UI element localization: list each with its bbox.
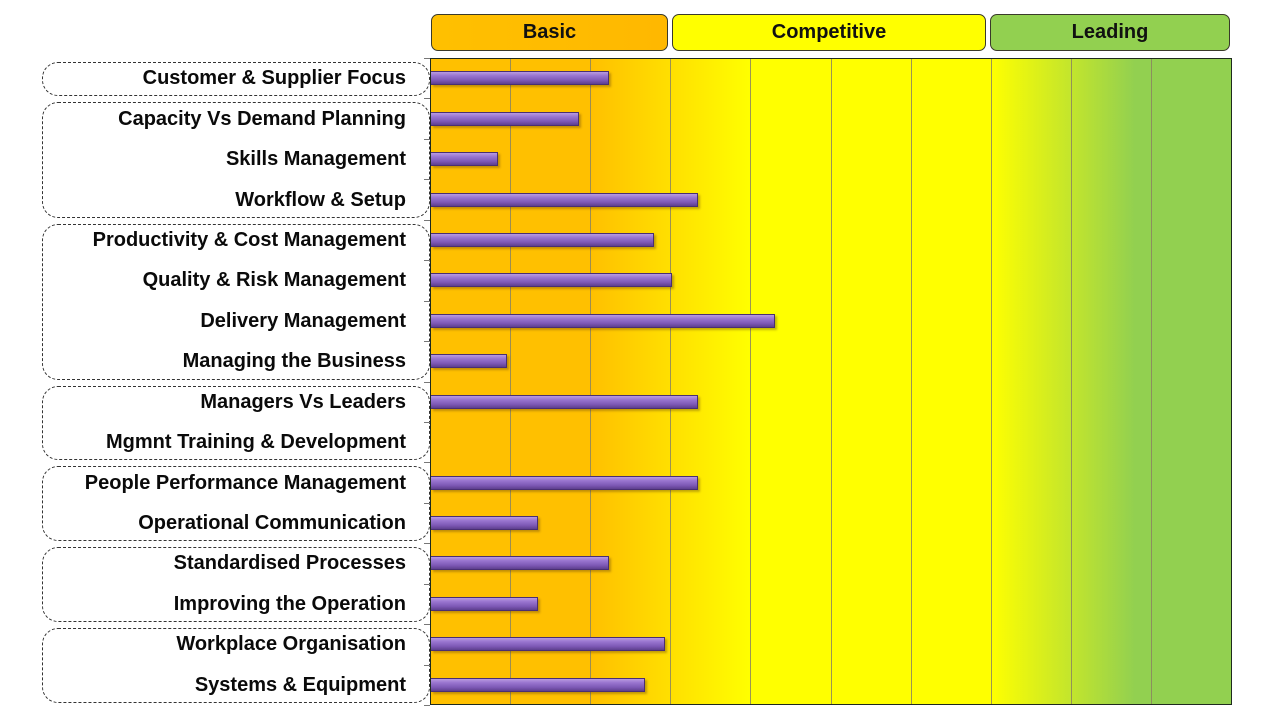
- category-label: Managing the Business: [182, 350, 406, 373]
- category-label: People Performance Management: [84, 471, 406, 494]
- y-axis-tick: [424, 705, 430, 706]
- category-label: Workflow & Setup: [235, 188, 406, 211]
- bar: [431, 516, 538, 531]
- bar: [431, 354, 508, 369]
- x-gridline: [910, 59, 912, 704]
- category-label: Systems & Equipment: [194, 673, 406, 696]
- bar: [431, 71, 610, 86]
- category-label: Standardised Processes: [173, 552, 406, 575]
- bar: [431, 394, 699, 409]
- category-label: Workplace Organisation: [176, 633, 406, 656]
- bar: [431, 677, 646, 692]
- bar: [431, 596, 538, 611]
- bar: [431, 152, 498, 167]
- bar: [431, 313, 776, 328]
- bar: [431, 192, 699, 207]
- category-label: Skills Management: [225, 148, 406, 171]
- category-label: Managers Vs Leaders: [200, 390, 406, 413]
- category-label: Productivity & Cost Management: [92, 228, 406, 251]
- x-gridline: [990, 59, 992, 704]
- band-header-leading: Leading: [990, 14, 1230, 51]
- x-gridline: [589, 59, 591, 704]
- category-label: Capacity Vs Demand Planning: [118, 107, 406, 130]
- plot-area: [430, 58, 1232, 705]
- bar: [431, 637, 666, 652]
- band-header-basic: Basic: [431, 14, 668, 51]
- bar: [431, 475, 699, 490]
- category-label: Mgmnt Training & Development: [105, 431, 406, 454]
- bar: [431, 111, 580, 126]
- category-label: Quality & Risk Management: [142, 269, 406, 292]
- x-gridline: [670, 59, 672, 704]
- x-gridline: [1071, 59, 1073, 704]
- category-label: Customer & Supplier Focus: [142, 67, 406, 90]
- category-label: Operational Communication: [138, 512, 406, 535]
- x-gridline: [1151, 59, 1153, 704]
- x-gridline: [750, 59, 752, 704]
- bar: [431, 556, 610, 571]
- bar: [431, 273, 672, 288]
- bar: [431, 232, 654, 247]
- category-label: Delivery Management: [200, 309, 406, 332]
- category-label: Improving the Operation: [173, 592, 406, 615]
- x-gridline: [830, 59, 832, 704]
- band-header-competitive: Competitive: [672, 14, 986, 51]
